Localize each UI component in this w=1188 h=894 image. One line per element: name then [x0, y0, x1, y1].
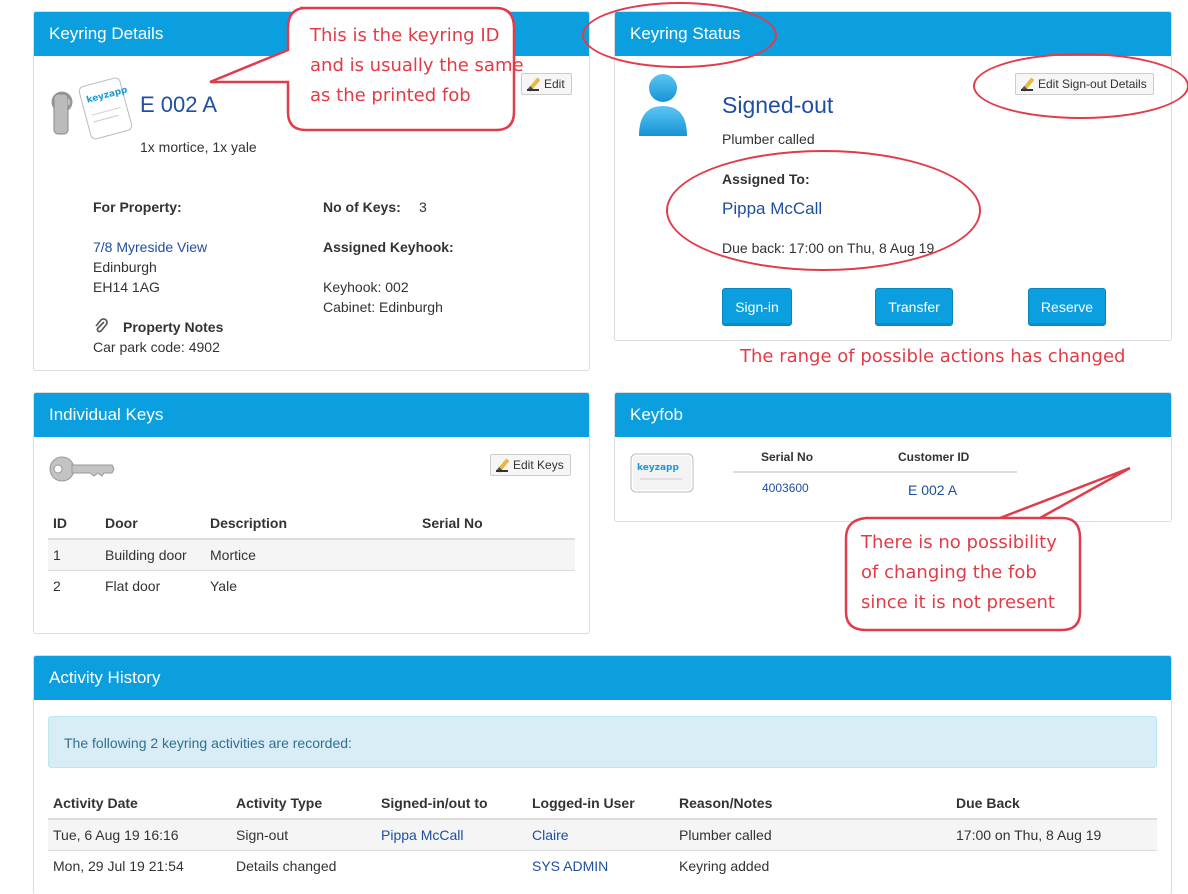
actions-changed-note: The range of possible actions has change… [740, 346, 1126, 367]
annotation-overlay [209, 6, 1131, 632]
keyring-id-callout-line1: This is the keyring ID [310, 25, 500, 46]
status-title-highlight [582, 2, 777, 68]
edit-signout-highlight [973, 53, 1188, 119]
keyring-id-callout-line3: as the printed fob [310, 85, 471, 106]
fob-callout-line3: since it is not present [861, 592, 1055, 613]
fob-callout-line1: There is no possibility [861, 532, 1057, 553]
assigned-to-highlight [666, 150, 981, 271]
keyring-id-callout-line2: and is usually the same [310, 55, 524, 76]
fob-callout-line2: of changing the fob [861, 562, 1037, 583]
